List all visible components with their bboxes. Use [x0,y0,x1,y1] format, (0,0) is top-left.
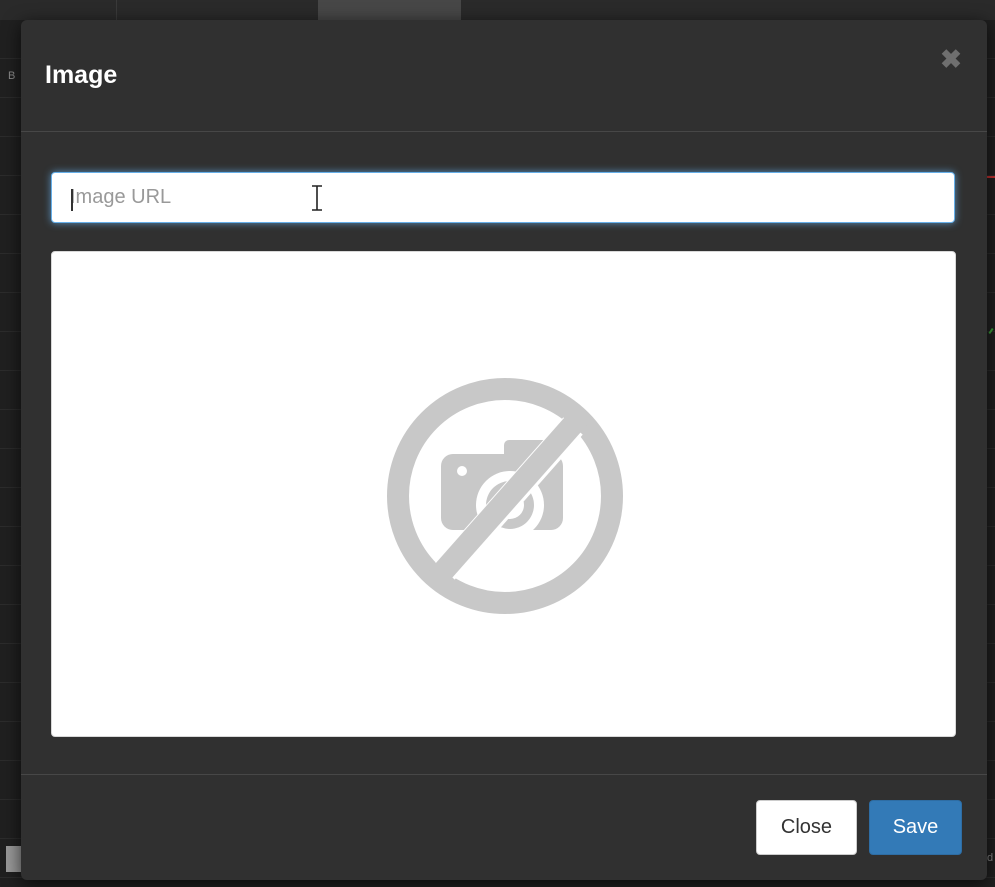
close-button[interactable]: Close [756,800,857,855]
image-preview [51,251,956,737]
dialog-close-button[interactable]: ✖ [936,44,966,74]
dialog-title: Image [45,61,118,89]
background-tab-divider [116,0,117,20]
save-button[interactable]: Save [869,800,962,855]
background-left-label: B [8,70,16,82]
background-active-tab [318,0,461,20]
close-icon: ✖ [940,44,962,74]
background-toolbar [0,0,995,20]
dialog-body [21,132,987,773]
image-url-input[interactable] [51,172,955,223]
image-dialog: Image ✖ Clo [21,20,987,880]
background-red-mark [987,176,995,178]
text-cursor-icon [312,185,322,211]
no-image-icon [387,378,623,614]
text-caret [71,189,73,211]
background-right-label: d [987,852,994,864]
dialog-header: Image ✖ [21,20,987,132]
dialog-footer: Close Save [21,774,987,881]
